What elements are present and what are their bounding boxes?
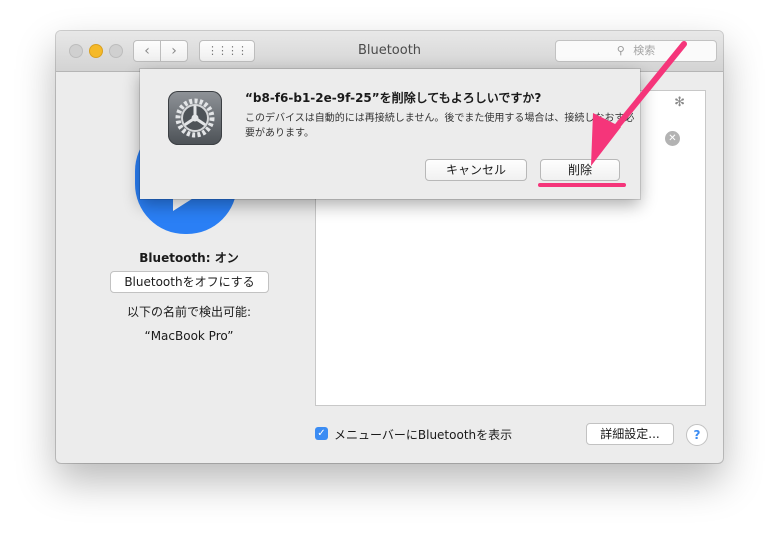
annotation-arrow-icon	[591, 41, 687, 166]
